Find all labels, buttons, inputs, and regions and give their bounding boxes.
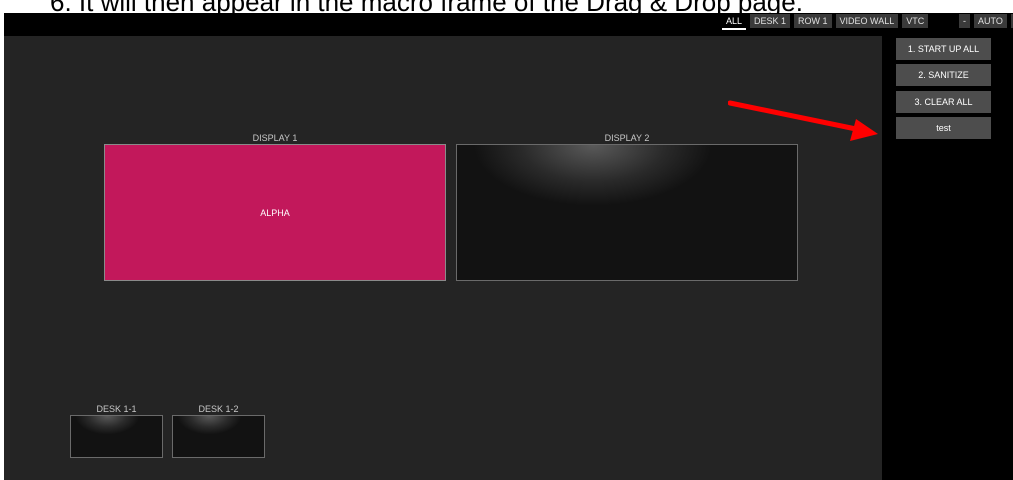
display-2-tile[interactable]: [456, 144, 798, 281]
tab-desk-1[interactable]: DESK 1: [750, 14, 791, 28]
clear-all-button[interactable]: 3. CLEAR ALL: [896, 91, 991, 113]
sanitize-button[interactable]: 2. SANITIZE: [896, 64, 991, 86]
zoom-out-button[interactable]: -: [959, 14, 970, 28]
zoom-auto-button[interactable]: AUTO: [974, 14, 1007, 28]
instruction-caption: 6. It will then appear in the macro fram…: [0, 0, 1013, 13]
tab-row-1[interactable]: ROW 1: [794, 14, 832, 28]
tab-video-wall[interactable]: VIDEO WALL: [835, 14, 899, 28]
display-1-label: DISPLAY 1: [252, 133, 298, 143]
test-macro-button[interactable]: test: [896, 117, 991, 139]
display-1-tile[interactable]: ALPHA: [104, 144, 446, 281]
display-1-source: ALPHA: [260, 207, 290, 218]
start-up-all-button[interactable]: 1. START UP ALL: [896, 38, 991, 60]
desk-1-1-label: DESK 1-1: [96, 404, 137, 414]
display-2-label: DISPLAY 2: [604, 133, 650, 143]
view-tabs: ALL DESK 1 ROW 1 VIDEO WALL VTC: [722, 14, 929, 30]
top-bar: ALL DESK 1 ROW 1 VIDEO WALL VTC - AUTO +: [4, 13, 1013, 36]
desk-1-1-tile[interactable]: [70, 415, 163, 458]
app-window: ALL DESK 1 ROW 1 VIDEO WALL VTC - AUTO +…: [4, 13, 1013, 480]
tab-vtc[interactable]: VTC: [902, 14, 929, 28]
desk-1-2-tile[interactable]: [172, 415, 265, 458]
tab-all[interactable]: ALL: [722, 14, 747, 30]
desk-1-2-label: DESK 1-2: [198, 404, 239, 414]
zoom-controls: - AUTO +: [959, 14, 1013, 28]
macro-frame: 1. START UP ALL 2. SANITIZE 3. CLEAR ALL…: [882, 36, 1013, 480]
drag-drop-canvas: DISPLAY 1 ALPHA DISPLAY 2 DESK 1-1 DESK …: [4, 36, 882, 480]
